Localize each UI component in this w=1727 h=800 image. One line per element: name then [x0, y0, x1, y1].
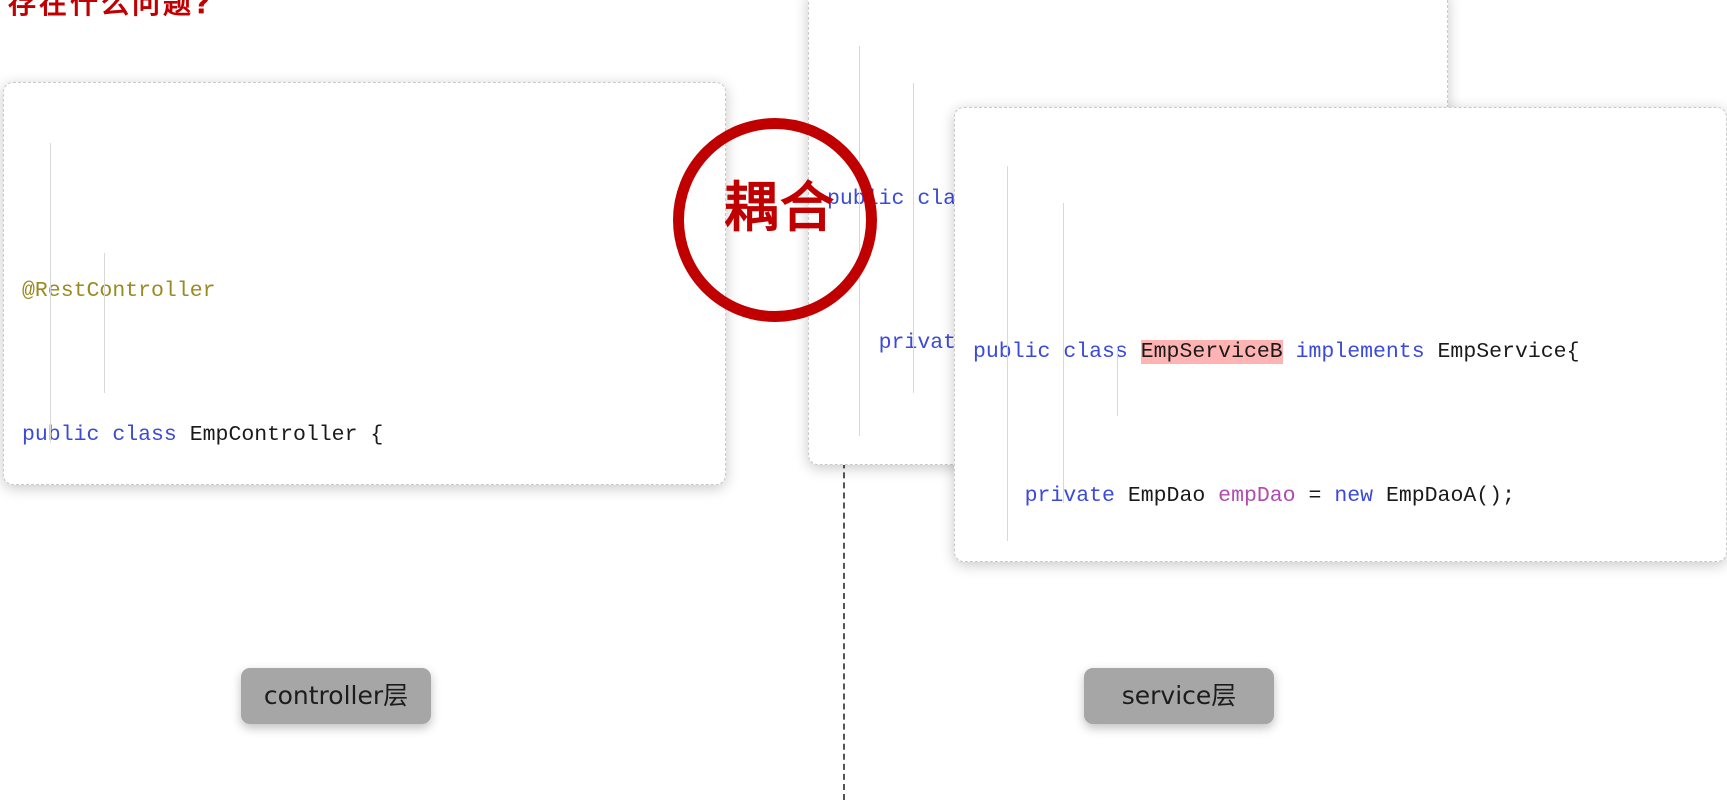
code-line-class-decl-b: public class EmpServiceB implements EmpS… [973, 340, 1580, 364]
layer-pill-controller: controller层 [241, 668, 431, 724]
indent-guide [1007, 166, 1008, 541]
page-title: 存在什么问题? [8, 0, 214, 20]
impl-highlight-b: EmpServiceB [1140, 340, 1283, 364]
indent-guide [1063, 203, 1064, 503]
indent-guide [50, 143, 51, 443]
code-line: private EmpDao empDao = new EmpDaoA(); [1024, 484, 1515, 508]
indent-guide [1117, 348, 1118, 416]
coupling-annotation-label: 耦合 [724, 176, 836, 239]
slide-canvas: 存在什么问题? @RestController public class Emp… [0, 0, 1727, 800]
indent-guide [104, 253, 105, 393]
code-line: @RestController [4, 273, 725, 309]
code-card-empserviceb: public class EmpServiceB implements EmpS… [954, 107, 1727, 562]
indent-guide [913, 83, 914, 393]
annotation-restcontroller: @RestController [22, 279, 216, 303]
layer-pill-service: service层 [1084, 668, 1274, 724]
code-line: public class EmpController { [22, 423, 384, 447]
code-card-empcontroller: @RestController public class EmpControll… [3, 82, 726, 485]
